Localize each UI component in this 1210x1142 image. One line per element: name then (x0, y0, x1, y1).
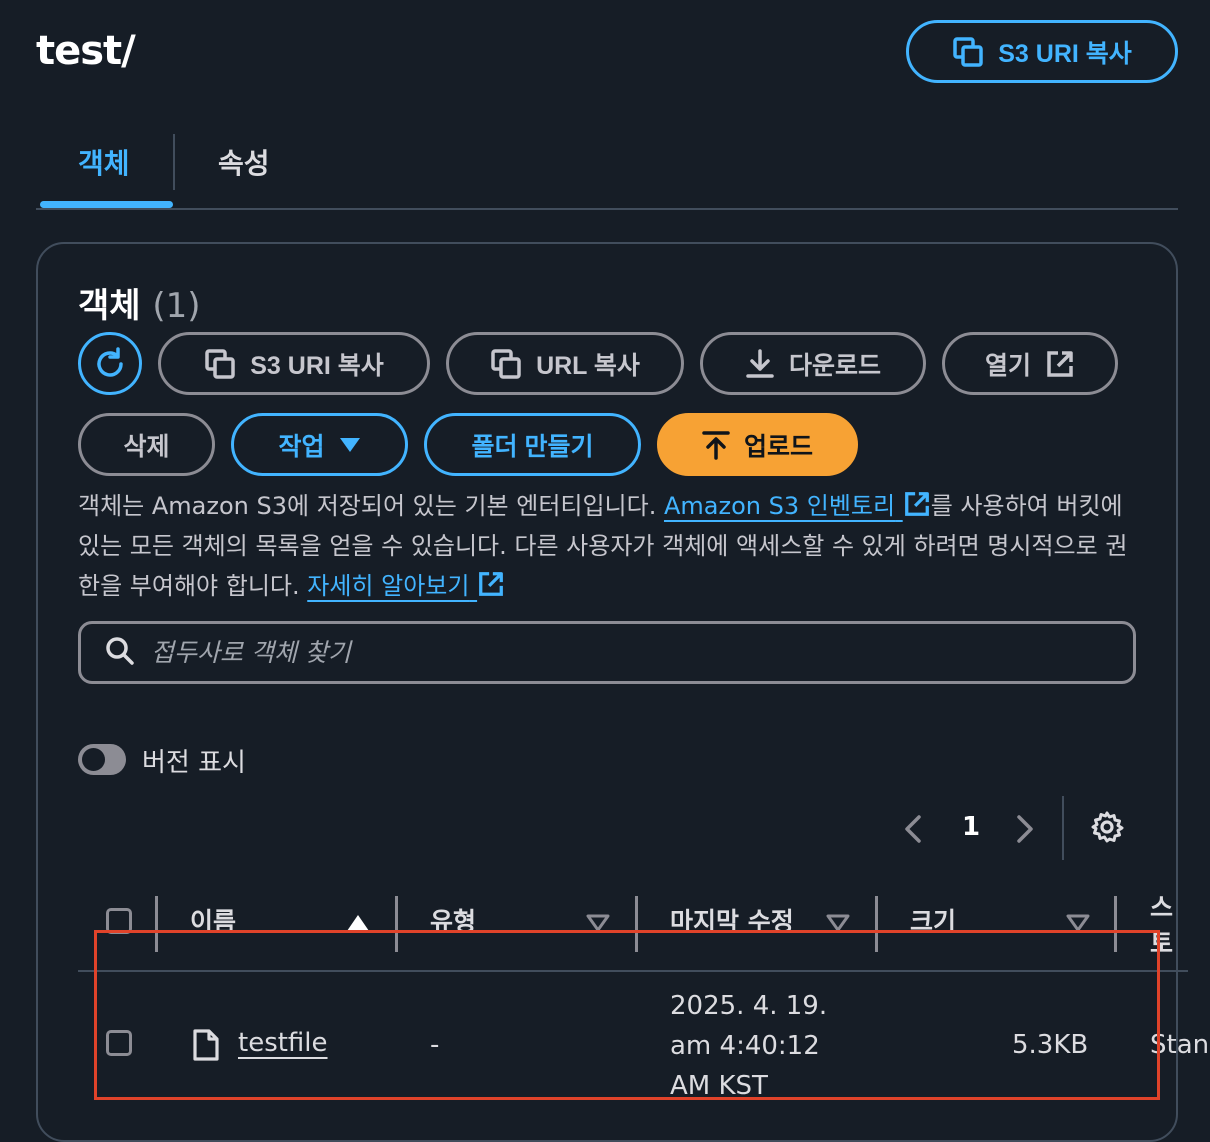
download-label: 다운로드 (788, 351, 881, 380)
tabs-divider (36, 208, 1178, 210)
search-input[interactable] (149, 637, 1113, 668)
previous-page-button[interactable] (902, 814, 924, 848)
show-versions-toggle[interactable] (78, 744, 126, 775)
learn-more-link[interactable]: 자세히 알아보기 (307, 572, 505, 600)
page-title: test/ (36, 28, 136, 74)
copy-url-label: URL 복사 (536, 351, 640, 380)
pagination-divider (1062, 796, 1064, 860)
external-link-icon (477, 572, 505, 600)
objects-count: (1) (152, 286, 201, 326)
tab-properties[interactable]: 속성 (218, 142, 270, 182)
objects-description: 객체는 Amazon S3에 저장되어 있는 기본 엔터티입니다. Amazon… (78, 486, 1148, 606)
download-button[interactable]: 다운로드 (700, 332, 926, 395)
delete-label: 삭제 (123, 432, 170, 461)
search-icon (105, 636, 135, 670)
learn-more-label: 자세히 알아보기 (307, 572, 470, 600)
delete-button[interactable]: 삭제 (78, 413, 215, 476)
gear-icon (1090, 811, 1124, 848)
upload-icon (702, 430, 730, 460)
caret-down-icon (339, 437, 361, 453)
chevron-right-icon (1014, 815, 1036, 848)
next-page-button[interactable] (1014, 814, 1036, 848)
objects-heading-label: 객체 (78, 286, 141, 326)
actions-dropdown[interactable]: 작업 (231, 413, 408, 476)
header-copy-s3-uri-label: S3 URI 복사 (998, 39, 1132, 68)
copy-icon (952, 36, 984, 68)
refresh-icon (92, 346, 128, 382)
external-link-icon (903, 492, 931, 520)
current-page-number[interactable]: 1 (962, 812, 980, 842)
toggle-knob (82, 748, 105, 771)
inventory-link-label: Amazon S3 인벤토리 (663, 492, 896, 520)
upload-button[interactable]: 업로드 (657, 413, 858, 476)
refresh-button[interactable] (78, 332, 142, 395)
copy-url-button[interactable]: URL 복사 (446, 332, 684, 395)
create-folder-button[interactable]: 폴더 만들기 (424, 413, 641, 476)
table-settings-button[interactable] (1090, 810, 1124, 848)
create-folder-label: 폴더 만들기 (471, 432, 594, 461)
description-text-1: 객체는 Amazon S3에 저장되어 있는 기본 엔터티입니다. (78, 492, 664, 520)
download-icon (745, 348, 775, 380)
header-copy-s3-uri-button[interactable]: S3 URI 복사 (906, 20, 1178, 83)
copy-s3-uri-label: S3 URI 복사 (250, 351, 384, 380)
tab-objects[interactable]: 객체 (78, 142, 130, 182)
show-versions-label: 버전 표시 (142, 748, 246, 778)
chevron-left-icon (902, 815, 924, 848)
search-box[interactable] (78, 621, 1136, 684)
active-tab-indicator (40, 201, 173, 208)
copy-icon (204, 348, 236, 380)
highlight-box (94, 930, 1160, 1100)
tab-divider (173, 134, 175, 190)
external-link-icon (1045, 349, 1075, 379)
open-label: 열기 (984, 351, 1031, 380)
upload-label: 업로드 (743, 432, 813, 461)
open-button[interactable]: 열기 (942, 332, 1118, 395)
inventory-link[interactable]: Amazon S3 인벤토리 (664, 492, 931, 520)
objects-heading: 객체 (1) (78, 278, 201, 327)
actions-label: 작업 (278, 432, 325, 461)
copy-icon (490, 348, 522, 380)
copy-s3-uri-button[interactable]: S3 URI 복사 (158, 332, 430, 395)
